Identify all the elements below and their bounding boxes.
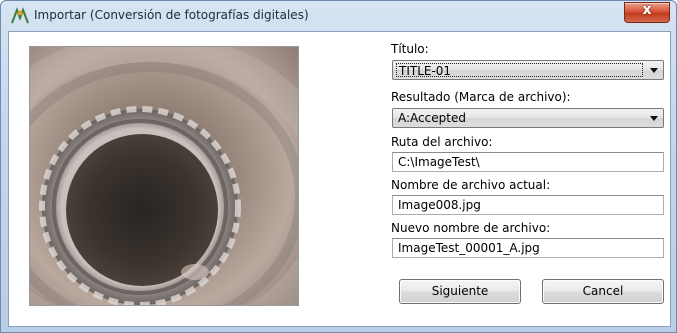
app-icon: [11, 7, 29, 24]
actual-filename-value: Image008.jpg: [398, 198, 481, 212]
titulo-value: TITLE-01: [396, 63, 643, 77]
image-preview: [29, 46, 299, 306]
actual-label: Nombre de archivo actual:: [391, 178, 551, 192]
resultado-select[interactable]: A:Accepted: [392, 108, 664, 128]
nuevo-filename-input[interactable]: ImageTest_00001_A.jpg: [392, 238, 664, 258]
cancel-button[interactable]: Cancel: [542, 279, 664, 304]
resultado-label: Resultado (Marca de archivo):: [391, 90, 571, 104]
nuevo-filename-value: ImageTest_00001_A.jpg: [398, 241, 540, 255]
ruta-value: C:\ImageTest\: [398, 155, 480, 169]
nuevo-label: Nuevo nombre de archivo:: [391, 221, 551, 235]
chevron-down-icon[interactable]: [650, 68, 658, 73]
import-dialog: Importar (Conversión de fotografías digi…: [0, 0, 677, 333]
chevron-down-icon[interactable]: [650, 116, 658, 121]
titulo-label: Título:: [391, 42, 429, 56]
close-button[interactable]: x: [624, 2, 670, 23]
dialog-content: Título: TITLE-01 Resultado (Marca de arc…: [8, 31, 671, 327]
ruta-label: Ruta del archivo:: [391, 135, 493, 149]
actual-filename-input[interactable]: Image008.jpg: [392, 195, 664, 215]
ruta-input[interactable]: C:\ImageTest\: [392, 152, 664, 172]
resultado-value: A:Accepted: [398, 111, 466, 125]
window-title: Importar (Conversión de fotografías digi…: [34, 8, 309, 22]
titulo-select[interactable]: TITLE-01: [392, 60, 664, 80]
close-icon: x: [642, 2, 652, 18]
next-button[interactable]: Siguiente: [399, 279, 521, 304]
title-bar[interactable]: Importar (Conversión de fotografías digi…: [1, 1, 676, 31]
